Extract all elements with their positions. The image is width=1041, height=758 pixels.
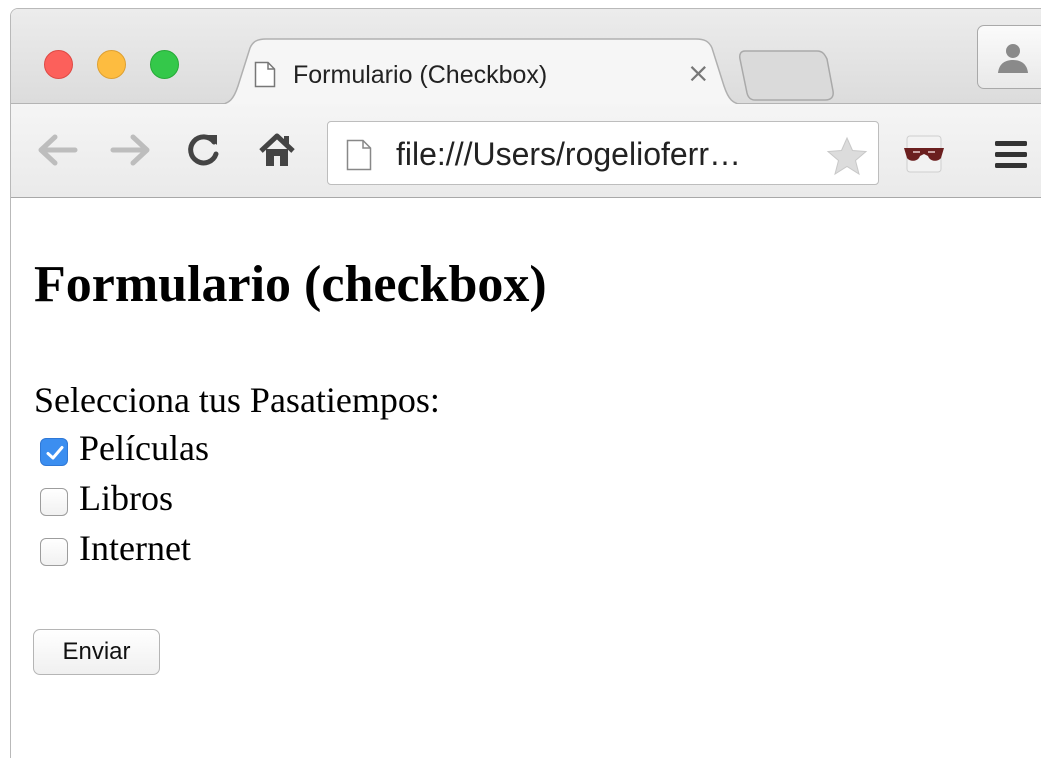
address-bar-url: file:///Users/rogelioferr… [396,136,741,172]
new-tab-button[interactable] [737,47,837,103]
browser-window: Formulario (Checkbox) × file:///Users/ro… [10,8,1041,758]
browser-toolbar: file:///Users/rogelioferr… [11,104,1041,198]
address-bar[interactable]: file:///Users/rogelioferr… [327,121,879,185]
submit-button[interactable]: Enviar [33,629,160,675]
profile-button[interactable] [977,25,1041,89]
hobbies-prompt: Selecciona tus Pasatiempos: [34,380,440,420]
incognito-extension-icon[interactable] [901,134,947,179]
checkbox-label[interactable]: Películas [79,427,209,469]
checkbox-label[interactable]: Libros [79,477,173,519]
tab-active[interactable]: Formulario (Checkbox) × [216,38,746,105]
page-content: Formulario (checkbox) Selecciona tus Pas… [11,199,1041,758]
forward-arrow-icon[interactable] [109,130,153,175]
page-title: Formulario (checkbox) [34,256,547,313]
tab-title: Formulario (Checkbox) [293,61,548,89]
close-icon[interactable]: × [687,60,710,88]
new-tab-icon [739,50,834,101]
back-arrow-icon[interactable] [35,130,79,175]
home-icon[interactable] [257,130,297,175]
minimize-window-button[interactable] [97,50,126,79]
checkbox-internet[interactable] [40,538,68,566]
checkmark-icon [46,446,64,460]
page-icon [254,61,276,88]
bookmark-star-icon[interactable] [826,136,868,181]
checkbox-label[interactable]: Internet [79,527,191,569]
reload-icon[interactable] [183,130,223,175]
page-icon [346,139,372,176]
profile-icon [998,44,1028,73]
menu-icon[interactable] [991,138,1031,177]
zoom-window-button[interactable] [150,50,179,79]
close-window-button[interactable] [44,50,73,79]
checkbox-peliculas[interactable] [40,438,68,466]
checkbox-libros[interactable] [40,488,68,516]
tab-strip: Formulario (Checkbox) × [11,9,1041,105]
